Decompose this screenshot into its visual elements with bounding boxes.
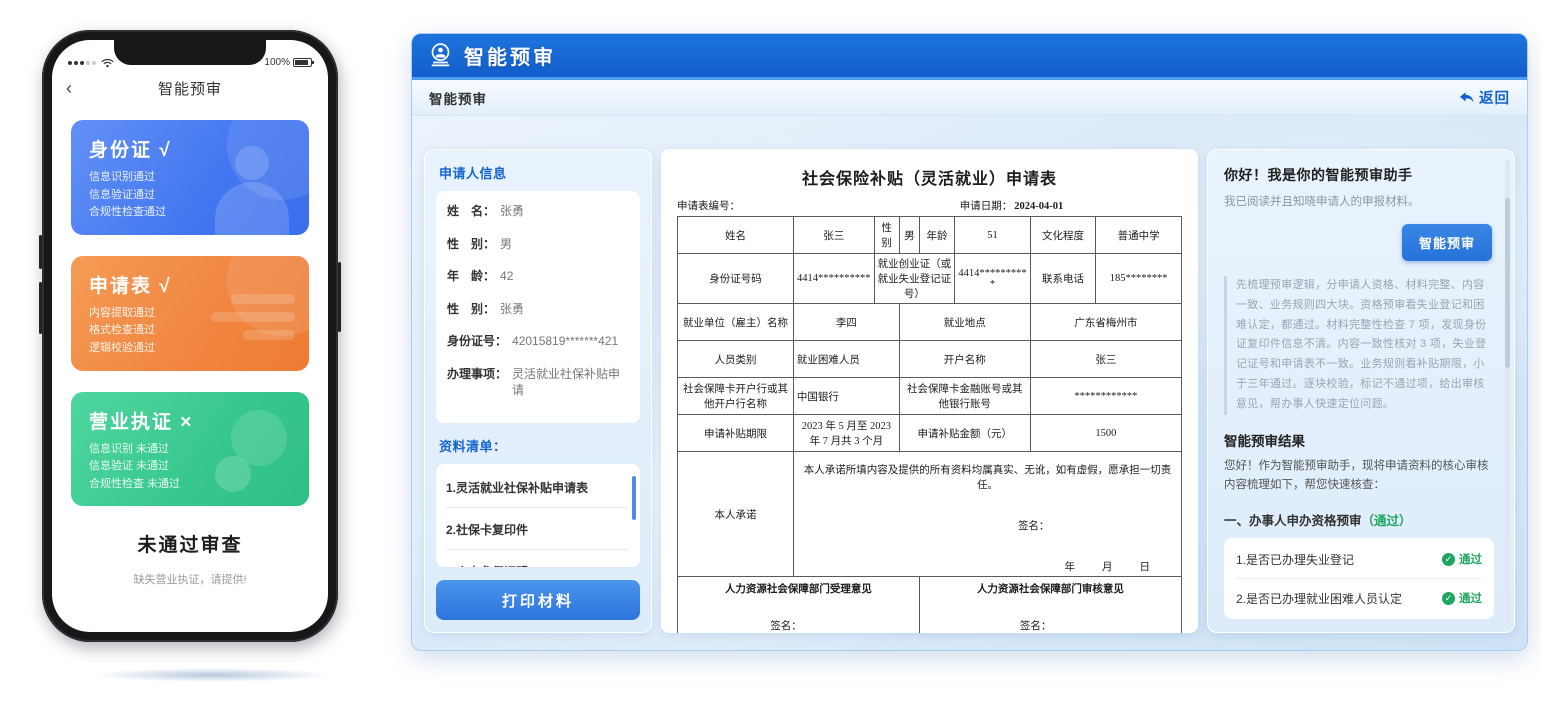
commitment-cell: 本人承诺所填内容及提供的所有资料均属真实、无讹，如有虚假，愿承担一切责任。 签名… [793, 452, 1181, 577]
acceptance-opinion-cell: 人力资源社会保障部门受理意见 签名： （单位盖章） 年 月 日 [678, 577, 920, 634]
field-gender: 性 别：男 [447, 237, 629, 253]
materials-scrollbar[interactable] [632, 476, 636, 520]
review-result-title: 未通过审查 [52, 530, 328, 557]
document-title: 社会保险补贴（灵活就业）申请表 [677, 161, 1182, 198]
document-viewer-panel: 社会保险补贴（灵活就业）申请表 申请表编号： 申请日期：2024-04-01 姓… [661, 149, 1198, 633]
commitment-text: 本人承诺所填内容及提供的所有资料均属真实、无讹，如有虚假，愿承担一切责任。 [797, 454, 1178, 492]
stamp-logo-icon [427, 42, 454, 69]
form-check-card: 申请表 √ 内容提取通过 格式检查通过 逻辑校验通过 [71, 256, 309, 371]
assistant-panel: 你好！我是你的智能预审助手 我已阅读并且知晓申请人的申报材料。 智能预审 先梳理… [1207, 149, 1515, 633]
field-age: 年 龄：42 [447, 269, 629, 285]
review-result-intro: 您好！作为智能预审助手，现将申请资料的核心审核内容梳理如下，帮您快速核查： [1224, 457, 1494, 495]
check-line: 信息验证通过 [89, 187, 291, 205]
phone-mockup: 100% ‹ 智能预审 身份证 √ 信息识别通过 信息验证通过 合规性检查通过 [42, 30, 338, 642]
table-row: 姓名张三 性别男 年龄51 文化程度普通中学 [678, 217, 1182, 254]
assistant-greeting: 你好！我是你的智能预审助手 [1224, 165, 1494, 185]
phone-page-title: 智能预审 [158, 78, 222, 99]
return-arrow-icon [1458, 90, 1474, 105]
license-check-card: 营业执证 × 信息识别 未通过 信息验证 未通过 合规性检查 未通过 [71, 392, 309, 507]
print-materials-button[interactable]: 打印材料 [436, 580, 640, 620]
table-row: 人员类别就业困难人员 开户名称张三 [678, 341, 1182, 378]
materials-list-title: 资料清单： [439, 436, 640, 455]
applicant-info-title: 申请人信息 [439, 163, 640, 182]
applicant-panel: 申请人信息 姓 名：张勇 性 别：男 年 龄：42 性 别：张勇 身份证号：42… [424, 149, 652, 633]
smart-review-button[interactable]: 智能预审 [1402, 224, 1492, 261]
phone-volume-button [39, 235, 42, 269]
assistant-subtext: 我已阅读并且知晓申请人的申报材料。 [1224, 193, 1494, 209]
check-line: 信息识别 未通过 [89, 441, 291, 459]
battery-percent: 100% [264, 57, 290, 68]
applicant-info-card: 姓 名：张勇 性 别：男 年 龄：42 性 别：张勇 身份证号：42015819… [436, 191, 640, 423]
signal-wifi-icon [68, 58, 114, 68]
material-item: 2.社保卡复印件 [446, 508, 628, 550]
field-name: 姓 名：张勇 [447, 204, 629, 220]
field-id-number: 身份证号：42015819*******421 [447, 334, 629, 350]
back-chevron-icon[interactable]: ‹ [66, 79, 72, 97]
check-line: 信息识别通过 [89, 169, 291, 187]
phone-screen: 100% ‹ 智能预审 身份证 √ 信息识别通过 信息验证通过 合规性检查通过 [52, 40, 328, 632]
check-line: 信息验证 未通过 [89, 458, 291, 476]
table-row: 就业单位（雇主）名称李四 就业地点广东省梅州市 [678, 304, 1182, 341]
assistant-scrollbar-thumb[interactable] [1505, 198, 1510, 368]
field-matter: 办理事项：灵活就业社保补贴申请 [447, 367, 629, 398]
check-line: 格式检查通过 [89, 322, 291, 340]
page-title: 智能预审 [429, 88, 487, 108]
assistant-analysis: 先梳理预审逻辑，分申请人资格、材料完整、内容一致、业务规则四大块。资格预审看失业… [1224, 276, 1494, 415]
review-result-heading: 智能预审结果 [1224, 430, 1494, 450]
date-ymd-label: 年 月 日 [797, 559, 1178, 574]
app-title-bar: 智能预审 [412, 34, 1527, 80]
phone-shadow [92, 668, 332, 682]
field-gender2: 性 别：张勇 [447, 302, 629, 318]
application-form-table: 姓名张三 性别男 年龄51 文化程度普通中学 身份证号码4414********… [677, 216, 1182, 633]
commitment-row: 本人承诺 本人承诺所填内容及提供的所有资料均属真实、无讹，如有虚假，愿承担一切责… [678, 452, 1182, 577]
materials-list: 1.灵活就业社保补贴申请表 2.社保卡复印件 3.个人参保证明 4.完税证明 5… [436, 464, 640, 567]
table-row: 社会保障卡开户行或其他开户行名称中国银行 社会保障卡金融账号或其他银行账号***… [678, 378, 1182, 415]
check-line: 合规性检查 未通过 [89, 476, 291, 494]
battery-icon [293, 58, 312, 67]
review-result-note: 缺失营业执证，请提供! [52, 571, 328, 587]
apply-date: 申请日期：2024-04-01 [960, 198, 1064, 213]
check-item: 1.是否已办理失业登记 ✓通过 [1236, 540, 1482, 579]
section-qualification-heading: 一、办事人申办资格预审（通过） [1224, 510, 1494, 529]
signature-label: 签名： [797, 518, 1178, 533]
breadcrumb-bar: 智能预审 返回 [412, 80, 1527, 116]
form-number-label: 申请表编号： [677, 198, 960, 213]
qualification-check-card: 1.是否已办理失业登记 ✓通过 2.是否已办理就业困难人员认定 ✓通过 [1224, 538, 1494, 619]
pass-check-icon: ✓ [1442, 592, 1455, 605]
check-item: 2.是否已办理就业困难人员认定 ✓通过 [1236, 579, 1482, 617]
table-row: 申请补贴期限2023 年 5 月至 2023 年 7 月共 3 个月 申请补贴金… [678, 415, 1182, 452]
phone-volume-button [39, 282, 42, 334]
check-line: 合规性检查通过 [89, 204, 291, 222]
pass-check-icon: ✓ [1442, 553, 1455, 566]
phone-power-button [338, 262, 341, 332]
material-item: 1.灵活就业社保补贴申请表 [446, 466, 628, 508]
app-brand-title: 智能预审 [464, 41, 556, 70]
phone-nav-bar: ‹ 智能预审 [52, 70, 328, 106]
card-title: 身份证 √ [89, 135, 291, 162]
check-line: 内容提取通过 [89, 305, 291, 323]
phone-notch [114, 40, 266, 65]
card-title: 申请表 √ [89, 271, 291, 298]
wifi-icon [101, 58, 114, 68]
back-button[interactable]: 返回 [1458, 87, 1510, 108]
card-title: 营业执证 × [89, 407, 291, 434]
application-form-document: 社会保险补贴（灵活就业）申请表 申请表编号： 申请日期：2024-04-01 姓… [677, 161, 1182, 633]
opinion-row: 人力资源社会保障部门受理意见 签名： （单位盖章） 年 月 日 人力资源社会保障… [678, 577, 1182, 634]
smart-review-window: 智能预审 智能预审 返回 申请人信息 姓 名：张勇 性 别：男 年 龄：42 性… [411, 33, 1528, 651]
review-opinion-cell: 人力资源社会保障部门审核意见 签名： （单位盖章） 年 月 日 [919, 577, 1181, 634]
idcard-check-card: 身份证 √ 信息识别通过 信息验证通过 合规性检查通过 [71, 120, 309, 235]
check-line: 逻辑校验通过 [89, 340, 291, 358]
document-meta-row: 申请表编号： 申请日期：2024-04-01 [677, 198, 1182, 213]
material-item: 3.个人参保证明 [446, 550, 628, 567]
table-row: 身份证号码4414********** 就业创业证（或就业失业登记证号）4414… [678, 254, 1182, 304]
